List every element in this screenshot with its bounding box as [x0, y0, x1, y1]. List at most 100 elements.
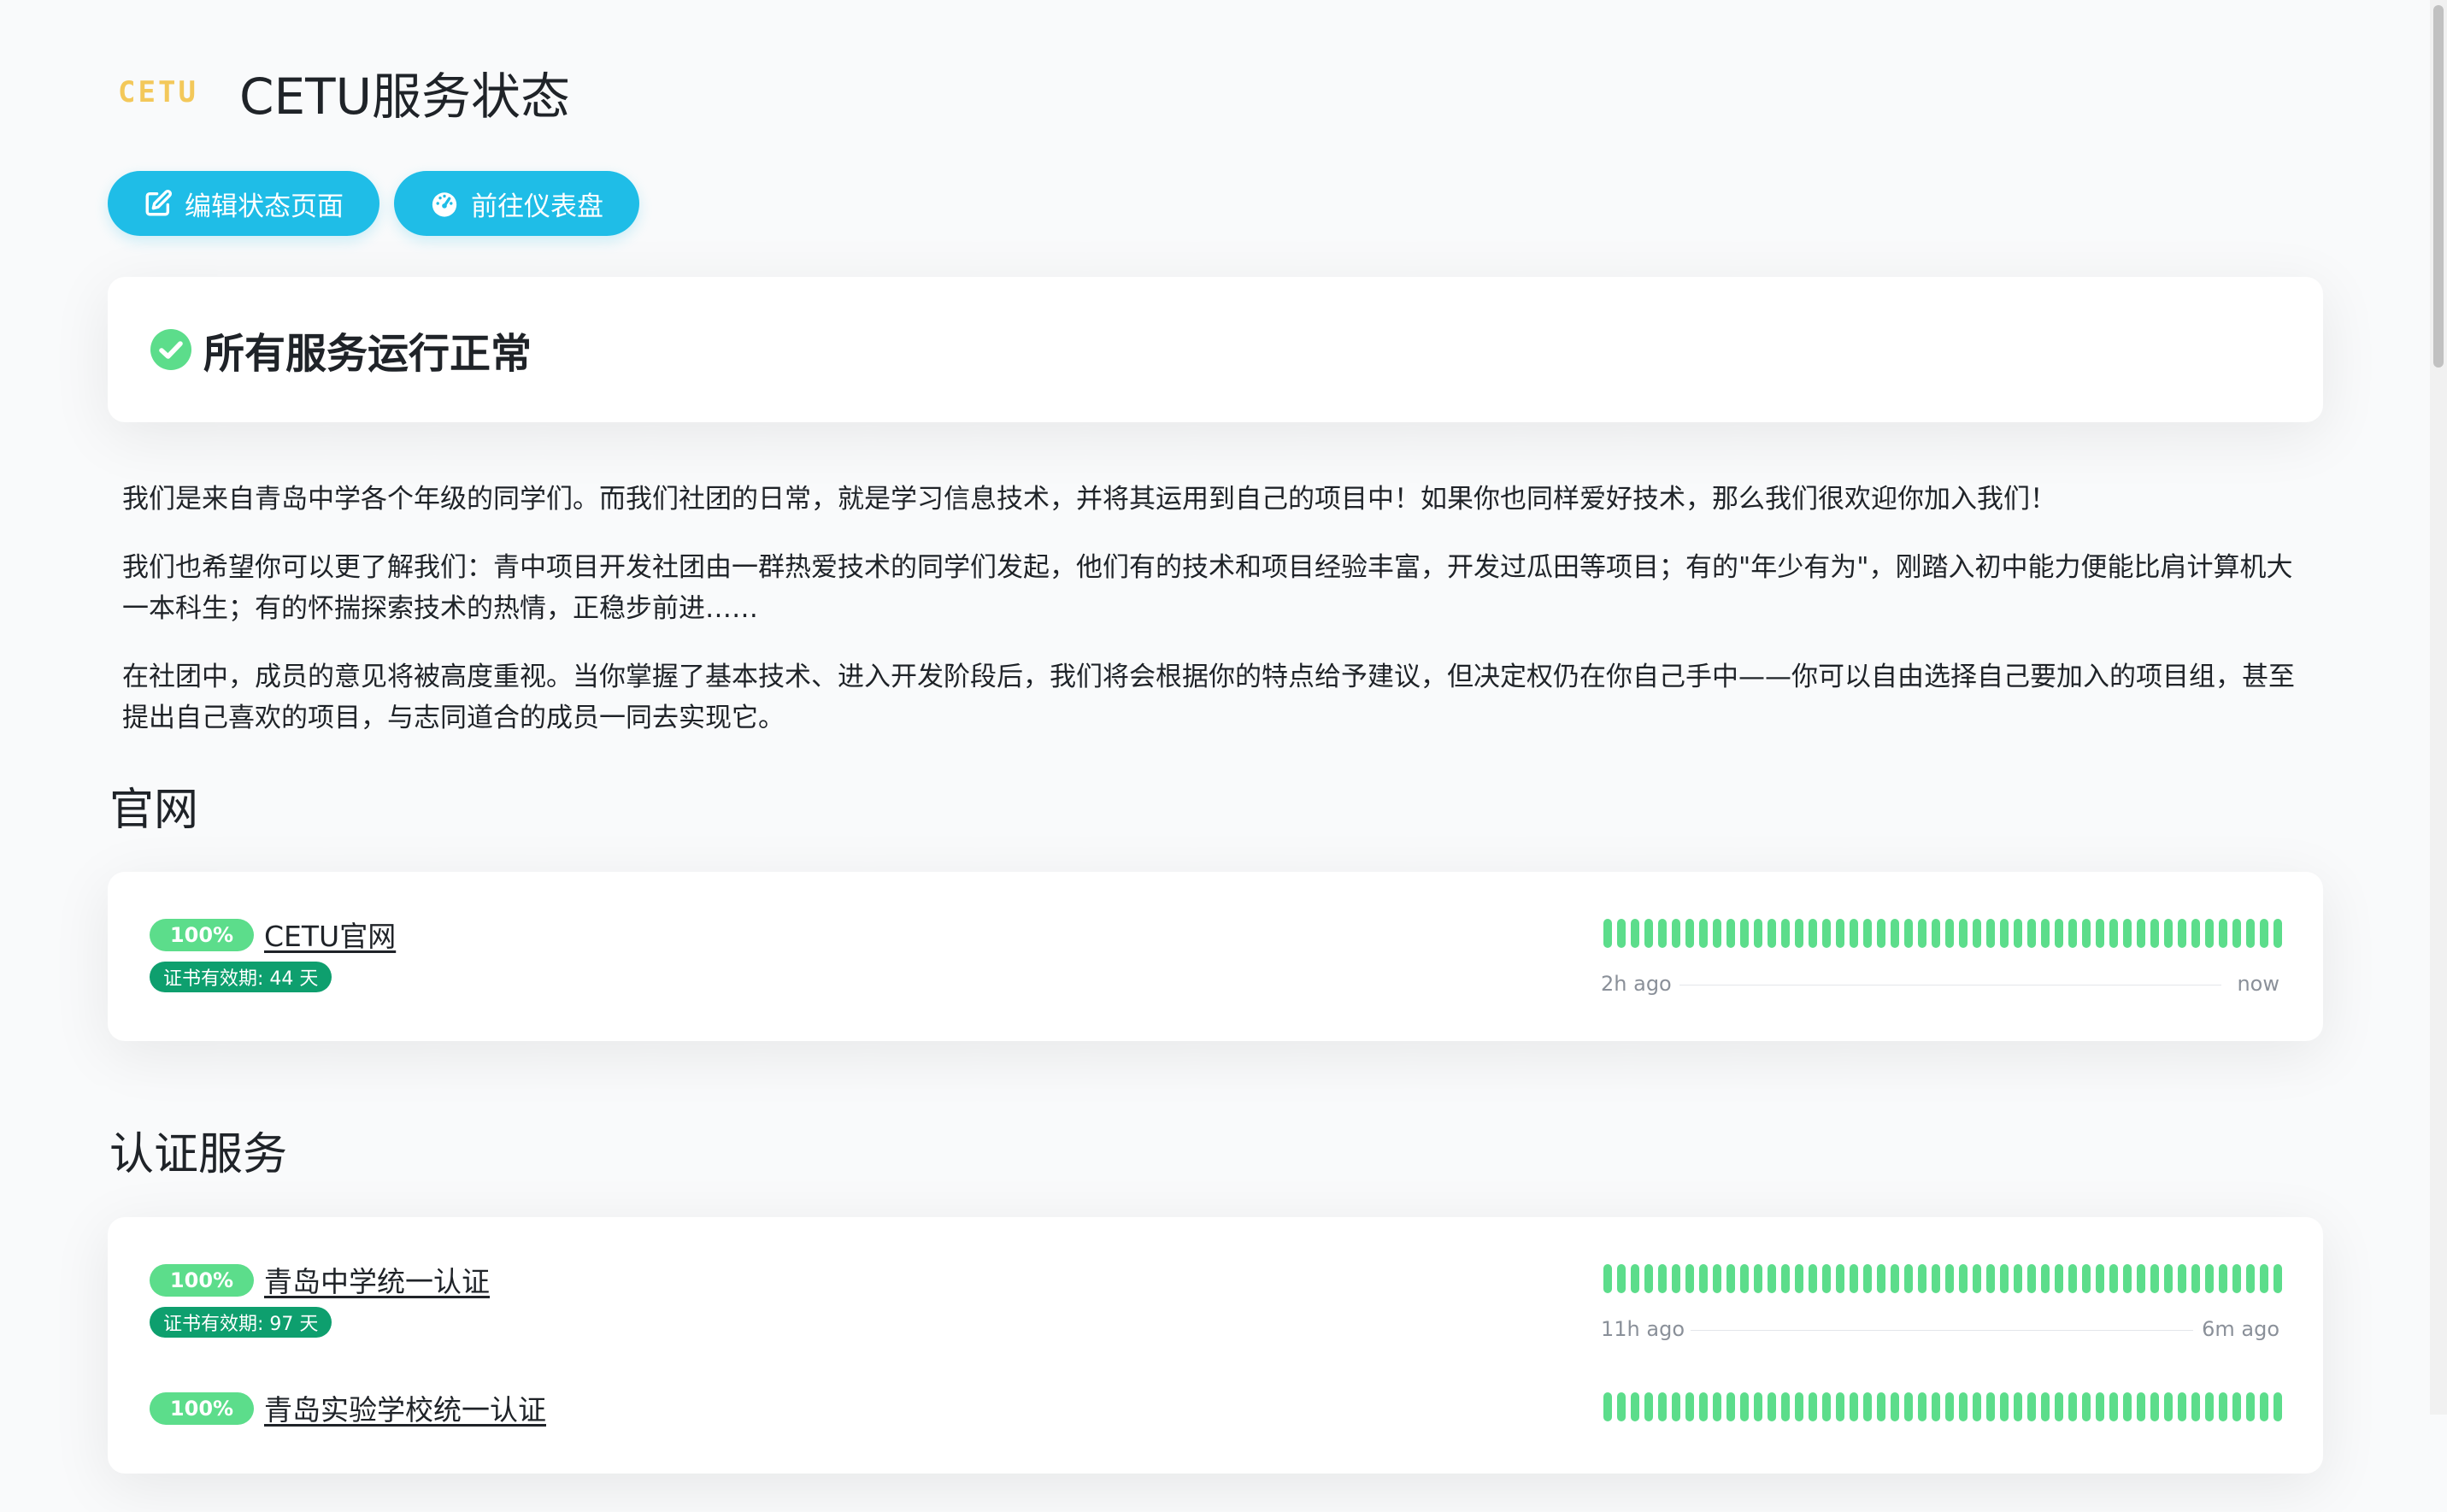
heartbeat-beat[interactable] [2027, 919, 2036, 948]
heartbeat-beat[interactable] [2273, 919, 2282, 948]
heartbeat-beat[interactable] [2055, 919, 2063, 948]
heartbeat-beat[interactable] [1658, 919, 1667, 948]
heartbeat-beat[interactable] [1740, 1392, 1749, 1421]
heartbeat-beat[interactable] [1658, 1264, 1667, 1293]
heartbeat-beat[interactable] [1959, 919, 1968, 948]
heartbeat-beat[interactable] [1891, 1264, 1899, 1293]
heartbeat-beat[interactable] [1754, 1392, 1762, 1421]
heartbeat-beat[interactable] [2232, 1264, 2241, 1293]
heartbeat-beat[interactable] [2205, 1264, 2214, 1293]
heartbeat-beat[interactable] [2205, 919, 2214, 948]
go-to-dashboard-button[interactable]: 前往仪表盘 [394, 171, 639, 236]
heartbeat-beat[interactable] [1726, 1264, 1735, 1293]
heartbeat-beat[interactable] [1822, 919, 1831, 948]
heartbeat-beat[interactable] [1932, 919, 1940, 948]
heartbeat-beat[interactable] [2014, 1392, 2022, 1421]
heartbeat-beat[interactable] [2232, 1392, 2241, 1421]
scrollbar-thumb[interactable] [2433, 5, 2444, 368]
heartbeat-beat[interactable] [1863, 1264, 1872, 1293]
heartbeat-beat[interactable] [1959, 1392, 1968, 1421]
heartbeat-beat[interactable] [1877, 1264, 1885, 1293]
heartbeat-beat[interactable] [1945, 919, 1954, 948]
heartbeat-beat[interactable] [1644, 1264, 1653, 1293]
heartbeat-beat[interactable] [1644, 1392, 1653, 1421]
heartbeat-beat[interactable] [2014, 919, 2022, 948]
heartbeat-beat[interactable] [1658, 1392, 1667, 1421]
heartbeat-beat[interactable] [1617, 1264, 1626, 1293]
heartbeat-beat[interactable] [2041, 1392, 2050, 1421]
heartbeat-beat[interactable] [1631, 1392, 1639, 1421]
heartbeat-beat[interactable] [2260, 1392, 2268, 1421]
heartbeat-beat[interactable] [1822, 1392, 1831, 1421]
heartbeat-beat[interactable] [1986, 919, 1995, 948]
monitor-name-link[interactable]: CETU官网 [264, 914, 396, 955]
heartbeat-beat[interactable] [1809, 1264, 1817, 1293]
heartbeat-beat[interactable] [1863, 919, 1872, 948]
heartbeat-beat[interactable] [1754, 919, 1762, 948]
heartbeat-beat[interactable] [1959, 1264, 1968, 1293]
heartbeat-beat[interactable] [1781, 1264, 1790, 1293]
heartbeat-beat[interactable] [1836, 1264, 1844, 1293]
heartbeat-beat[interactable] [1863, 1392, 1872, 1421]
heartbeat-beat[interactable] [2123, 1392, 2132, 1421]
heartbeat-beat[interactable] [1891, 919, 1899, 948]
heartbeat-beat[interactable] [1891, 1392, 1899, 1421]
heartbeat-beat[interactable] [1740, 919, 1749, 948]
heartbeat-beat[interactable] [1603, 919, 1612, 948]
heartbeat-beat[interactable] [2246, 1264, 2255, 1293]
heartbeat-beat[interactable] [2055, 1392, 2063, 1421]
heartbeat-beat[interactable] [1740, 1264, 1749, 1293]
heartbeat-beat[interactable] [1726, 919, 1735, 948]
heartbeat-beat[interactable] [1754, 1264, 1762, 1293]
heartbeat-beat[interactable] [1781, 919, 1790, 948]
heartbeat-beat[interactable] [2219, 1264, 2227, 1293]
heartbeat-beat[interactable] [1768, 919, 1776, 948]
heartbeat-beat[interactable] [1795, 1392, 1803, 1421]
heartbeat-beat[interactable] [1795, 1264, 1803, 1293]
heartbeat-beat[interactable] [1699, 1392, 1708, 1421]
heartbeat-beat[interactable] [1836, 919, 1844, 948]
heartbeat-beat[interactable] [2178, 1264, 2186, 1293]
heartbeat-beat[interactable] [1768, 1264, 1776, 1293]
heartbeat-beat[interactable] [2191, 1264, 2200, 1293]
heartbeat-beat[interactable] [1617, 1392, 1626, 1421]
heartbeat-beat[interactable] [1986, 1264, 1995, 1293]
heartbeat-beat[interactable] [1822, 1264, 1831, 1293]
heartbeat-beat[interactable] [2205, 1392, 2214, 1421]
heartbeat-beat[interactable] [2068, 1264, 2077, 1293]
heartbeat-beat[interactable] [2109, 919, 2118, 948]
heartbeat-beat[interactable] [2082, 1264, 2091, 1293]
heartbeat-beat[interactable] [1685, 919, 1694, 948]
heartbeat-beat[interactable] [1781, 1392, 1790, 1421]
heartbeat-beat[interactable] [2178, 1392, 2186, 1421]
heartbeat-beat[interactable] [1918, 919, 1926, 948]
heartbeat-beat[interactable] [2164, 1264, 2173, 1293]
heartbeat-beat[interactable] [2109, 1264, 2118, 1293]
heartbeat-beat[interactable] [1945, 1264, 1954, 1293]
heartbeat-beat[interactable] [2027, 1392, 2036, 1421]
heartbeat-beat[interactable] [1973, 919, 1981, 948]
heartbeat-beat[interactable] [2150, 1264, 2159, 1293]
heartbeat-beat[interactable] [1603, 1392, 1612, 1421]
heartbeat-beat[interactable] [2027, 1264, 2036, 1293]
heartbeat-beat[interactable] [1672, 919, 1680, 948]
heartbeat-beat[interactable] [2150, 919, 2159, 948]
heartbeat-beat[interactable] [2082, 1392, 2091, 1421]
heartbeat-beat[interactable] [2123, 1264, 2132, 1293]
heartbeat-beat[interactable] [2137, 919, 2145, 948]
heartbeat-beat[interactable] [1973, 1392, 1981, 1421]
heartbeat-beat[interactable] [1904, 1392, 1913, 1421]
heartbeat-beat[interactable] [2082, 919, 2091, 948]
heartbeat-beat[interactable] [1850, 919, 1858, 948]
heartbeat-beat[interactable] [2273, 1392, 2282, 1421]
heartbeat-beat[interactable] [1795, 919, 1803, 948]
heartbeat-beat[interactable] [1932, 1264, 1940, 1293]
heartbeat-beat[interactable] [1713, 919, 1721, 948]
heartbeat-beat[interactable] [2096, 1392, 2104, 1421]
heartbeat-beat[interactable] [1809, 919, 1817, 948]
heartbeat-beat[interactable] [1904, 1264, 1913, 1293]
heartbeat-beat[interactable] [2041, 1264, 2050, 1293]
heartbeat-beat[interactable] [2096, 919, 2104, 948]
heartbeat-beat[interactable] [1945, 1392, 1954, 1421]
heartbeat-beat[interactable] [2109, 1392, 2118, 1421]
